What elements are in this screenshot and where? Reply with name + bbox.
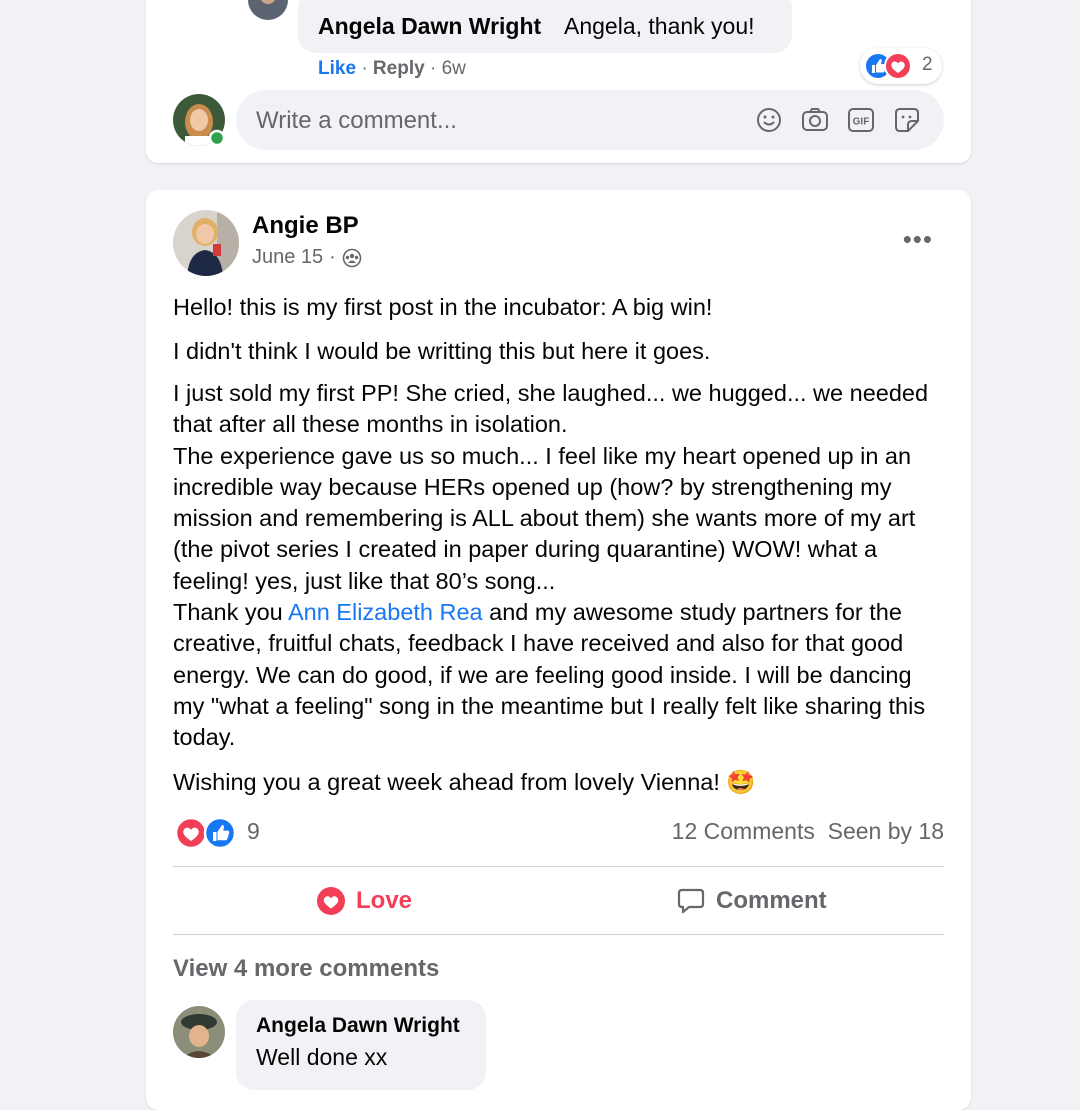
previous-post-card: Angela Dawn Wright Angela, thank you! 2 … bbox=[146, 0, 971, 163]
love-label: Love bbox=[356, 887, 413, 914]
post-author[interactable]: Angie BP bbox=[252, 212, 359, 240]
sticker-icon[interactable] bbox=[890, 103, 924, 137]
love-reaction-icon bbox=[174, 816, 208, 850]
post-paragraph: Thank you Ann Elizabeth Rea and my aweso… bbox=[173, 597, 948, 753]
reaction-count[interactable]: 9 bbox=[247, 818, 260, 845]
comment-text: Well done xx bbox=[256, 1044, 388, 1070]
post-paragraph: Wishing you a great week ahead from love… bbox=[173, 769, 756, 795]
commenter-avatar[interactable] bbox=[173, 1006, 225, 1058]
post-paragraph: Hello! this is my first post in the incu… bbox=[173, 294, 713, 320]
reply-link[interactable]: Reply bbox=[373, 58, 425, 79]
comment-text: Angela, thank you! bbox=[564, 13, 755, 39]
members-icon bbox=[342, 248, 362, 267]
comment-age[interactable]: 6w bbox=[442, 58, 466, 79]
comment-button[interactable]: Comment bbox=[676, 880, 827, 922]
comment-author[interactable]: Angela Dawn Wright bbox=[256, 1014, 460, 1038]
like-link[interactable]: Like bbox=[318, 58, 356, 79]
post-paragraph: The experience gave us so much... I feel… bbox=[173, 442, 916, 594]
more-icon[interactable]: ••• bbox=[903, 224, 933, 255]
love-button[interactable]: Love bbox=[316, 880, 412, 922]
comment-icon bbox=[677, 888, 705, 914]
comment-composer[interactable]: Write a comment... GIF bbox=[236, 90, 944, 150]
post-meta: June 15 · bbox=[252, 246, 362, 269]
commenter-avatar[interactable] bbox=[248, 0, 288, 20]
svg-text:GIF: GIF bbox=[853, 117, 870, 128]
comment-author[interactable]: Angela Dawn Wright bbox=[318, 13, 541, 40]
comment-reactions[interactable]: 2 bbox=[860, 48, 942, 84]
comment-input[interactable]: Write a comment... bbox=[256, 107, 457, 135]
divider bbox=[173, 866, 944, 867]
divider bbox=[173, 934, 944, 935]
post-paragraph: I just sold my first PP! She cried, she … bbox=[173, 380, 929, 438]
seen-by[interactable]: Seen by 18 bbox=[828, 818, 944, 844]
reactions-summary: 9 12 Comments Seen by 18 bbox=[173, 815, 944, 851]
comment-label: Comment bbox=[716, 887, 827, 914]
comment-bubble: Angela Dawn Wright Well done xx bbox=[236, 1000, 486, 1090]
comments-seen-summary: 12 Comments Seen by 18 bbox=[672, 818, 944, 845]
online-indicator bbox=[208, 129, 226, 147]
view-more-comments-link[interactable]: View 4 more comments bbox=[173, 955, 439, 983]
post-text-segment: Thank you bbox=[173, 599, 288, 626]
post-paragraph: I didn't think I would be writting this … bbox=[173, 338, 711, 364]
like-reaction-icon bbox=[203, 816, 237, 850]
post-date[interactable]: June 15 bbox=[252, 246, 323, 269]
post-author-avatar[interactable] bbox=[173, 210, 239, 276]
love-reaction-icon bbox=[884, 52, 912, 80]
current-user-avatar[interactable] bbox=[173, 94, 226, 147]
love-reaction-icon bbox=[317, 887, 345, 915]
emoji-icon[interactable] bbox=[752, 103, 786, 137]
comment-bubble: Angela Dawn Wright Angela, thank you! 2 bbox=[298, 0, 942, 84]
mention-link[interactable]: Ann Elizabeth Rea bbox=[288, 599, 483, 625]
camera-icon[interactable] bbox=[798, 103, 832, 137]
meta-separator: · bbox=[329, 246, 336, 268]
post-card: Angie BP June 15 · ••• Hello! this is my… bbox=[146, 190, 971, 1110]
comments-count[interactable]: 12 Comments bbox=[672, 818, 815, 844]
comment-meta: Like · Reply · 6w bbox=[318, 58, 466, 79]
post-paragraph-block: I just sold my first PP! She cried, she … bbox=[173, 378, 948, 754]
reaction-icons[interactable] bbox=[173, 815, 243, 851]
reaction-count: 2 bbox=[922, 54, 933, 75]
gif-icon[interactable]: GIF bbox=[844, 103, 878, 137]
